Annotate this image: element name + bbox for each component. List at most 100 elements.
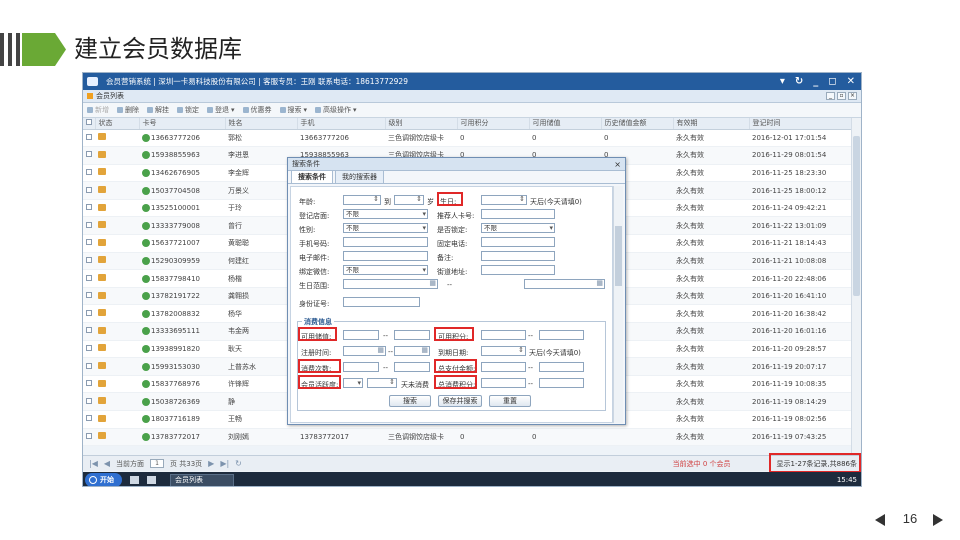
card-number-cell[interactable]: 15993153030	[139, 357, 225, 376]
add-button[interactable]: 新增	[87, 105, 109, 115]
row-checkbox[interactable]	[83, 216, 95, 236]
row-checkbox[interactable]	[83, 340, 95, 359]
row-checkbox[interactable]	[83, 410, 95, 429]
select-all-checkbox[interactable]	[83, 118, 96, 130]
restore-icon[interactable]: ◻	[828, 76, 836, 87]
save-and-search-button[interactable]: 保存并搜索	[438, 395, 482, 407]
age-from-stepper[interactable]	[343, 195, 381, 205]
column-header[interactable]: 有效期	[673, 118, 750, 130]
card-number-cell[interactable]: 13782008832	[139, 304, 225, 324]
activity-select[interactable]	[343, 378, 363, 388]
delete-button[interactable]: 删除	[117, 105, 139, 115]
reg-store-select[interactable]: 不限	[343, 209, 428, 219]
row-checkbox[interactable]	[83, 199, 95, 218]
total-points-from-input[interactable]	[481, 378, 526, 388]
consume-times-from-input[interactable]	[343, 362, 379, 372]
lock-button[interactable]: 锁定	[177, 105, 199, 115]
column-header[interactable]: 可用储值	[529, 118, 602, 130]
row-checkbox[interactable]	[83, 287, 95, 306]
card-number-cell[interactable]: 13783772017	[139, 428, 225, 447]
points-from-input[interactable]	[481, 330, 526, 340]
column-header[interactable]: 手机	[297, 118, 386, 130]
column-header[interactable]: 状态	[95, 118, 140, 130]
column-header[interactable]: 历史储值金额	[601, 118, 674, 130]
card-number-cell[interactable]: 13462676905	[139, 164, 225, 183]
scrollbar-thumb[interactable]	[853, 136, 860, 296]
consume-times-to-input[interactable]	[394, 362, 430, 372]
card-number-cell[interactable]: 13663777206	[139, 129, 225, 148]
first-page-icon[interactable]: |◀	[89, 459, 98, 468]
row-checkbox[interactable]	[83, 234, 95, 253]
dialog-close-icon[interactable]: ×	[614, 160, 621, 169]
next-slide-icon[interactable]	[933, 514, 943, 526]
search-dropdown[interactable]: 搜索 ▾	[279, 105, 307, 115]
card-number-cell[interactable]: 15837768976	[139, 375, 225, 394]
row-checkbox[interactable]	[83, 146, 95, 165]
gender-select[interactable]: 不限	[343, 223, 428, 233]
tab-member-list[interactable]: 会员列表	[96, 91, 124, 101]
card-number-cell[interactable]: 13525100001	[139, 199, 225, 218]
mobile-input[interactable]	[343, 237, 428, 247]
next-page-icon[interactable]: ▶	[208, 459, 214, 468]
card-number-cell[interactable]: 13333779008	[139, 216, 225, 236]
reg-time-from-date[interactable]	[343, 346, 386, 356]
stored-value-from-input[interactable]	[343, 330, 379, 340]
minimize-icon[interactable]: _	[813, 76, 818, 87]
card-number-cell[interactable]: 18037716189	[139, 410, 225, 429]
wechat-select[interactable]: 不限	[343, 265, 428, 275]
column-header[interactable]: 级别	[385, 118, 458, 130]
phone-input[interactable]	[481, 237, 555, 247]
unlock-button[interactable]: 解挂	[147, 105, 169, 115]
prev-page-icon[interactable]: ◀	[104, 459, 110, 468]
stored-value-to-input[interactable]	[394, 330, 430, 340]
row-checkbox[interactable]	[83, 357, 95, 376]
page-input[interactable]: 1	[150, 459, 165, 468]
id-card-input[interactable]	[343, 297, 420, 307]
activity-days-stepper[interactable]	[367, 378, 397, 388]
birth-range-from-date[interactable]	[343, 279, 438, 289]
desktop-icon[interactable]	[130, 476, 139, 484]
row-checkbox[interactable]	[83, 392, 95, 411]
row-checkbox[interactable]	[83, 129, 95, 148]
prev-slide-icon[interactable]	[875, 514, 885, 526]
advanced-ops-dropdown[interactable]: 高级操作 ▾	[315, 105, 357, 115]
card-number-cell[interactable]: 13782191722	[139, 287, 225, 306]
locked-select[interactable]: 不限	[481, 223, 555, 233]
birthday-days-stepper[interactable]	[481, 195, 527, 205]
search-button[interactable]: 搜索	[389, 395, 431, 407]
coupon-button[interactable]: 优惠券	[242, 105, 272, 115]
column-header[interactable]: 可用积分	[457, 118, 530, 130]
ops-dropdown[interactable]: 登退 ▾	[207, 105, 235, 115]
row-checkbox[interactable]	[83, 304, 95, 324]
address-input[interactable]	[481, 265, 555, 275]
points-to-input[interactable]	[539, 330, 584, 340]
remark-input[interactable]	[481, 251, 555, 261]
row-checkbox[interactable]	[83, 428, 95, 447]
birth-range-to-date[interactable]	[524, 279, 605, 289]
email-input[interactable]	[343, 251, 428, 261]
table-scrollbar[interactable]	[851, 118, 861, 453]
column-header[interactable]: 卡号	[139, 118, 226, 130]
row-checkbox[interactable]	[83, 252, 95, 271]
row-checkbox[interactable]	[83, 164, 95, 183]
start-button[interactable]: 开始	[85, 473, 122, 486]
card-number-cell[interactable]: 15837798410	[139, 269, 225, 288]
total-points-to-input[interactable]	[539, 378, 584, 388]
expire-days-stepper[interactable]	[481, 346, 526, 356]
filter-icon[interactable]: ▾	[780, 76, 785, 87]
table-row[interactable]: 13783772017 刘刚嫣 13783772017 三色调钢饺店级卡 0 0 永久有效 2…	[83, 428, 851, 447]
total-pay-from-input[interactable]	[481, 362, 526, 372]
card-number-cell[interactable]: 13938991820	[139, 340, 225, 359]
row-checkbox[interactable]	[83, 181, 95, 200]
card-number-cell[interactable]: 15038726369	[139, 392, 225, 411]
card-number-cell[interactable]: 13333695111	[139, 322, 225, 341]
table-row[interactable]: 13663777206 郭松 13663777206 三色调钢饺店级卡 0 0 0 永久有效 2…	[83, 129, 851, 148]
tab-restore-icon[interactable]: ▫	[837, 92, 846, 100]
taskbar-member-list[interactable]: 会员列表	[170, 473, 234, 486]
card-number-cell[interactable]: 15637721007	[139, 234, 225, 253]
reset-button[interactable]: 重置	[489, 395, 531, 407]
total-pay-to-input[interactable]	[539, 362, 584, 372]
card-number-cell[interactable]: 15290309959	[139, 252, 225, 271]
refresh-icon[interactable]: ↻	[795, 76, 803, 87]
tab-my-searches[interactable]: 我的搜索器	[335, 170, 384, 183]
